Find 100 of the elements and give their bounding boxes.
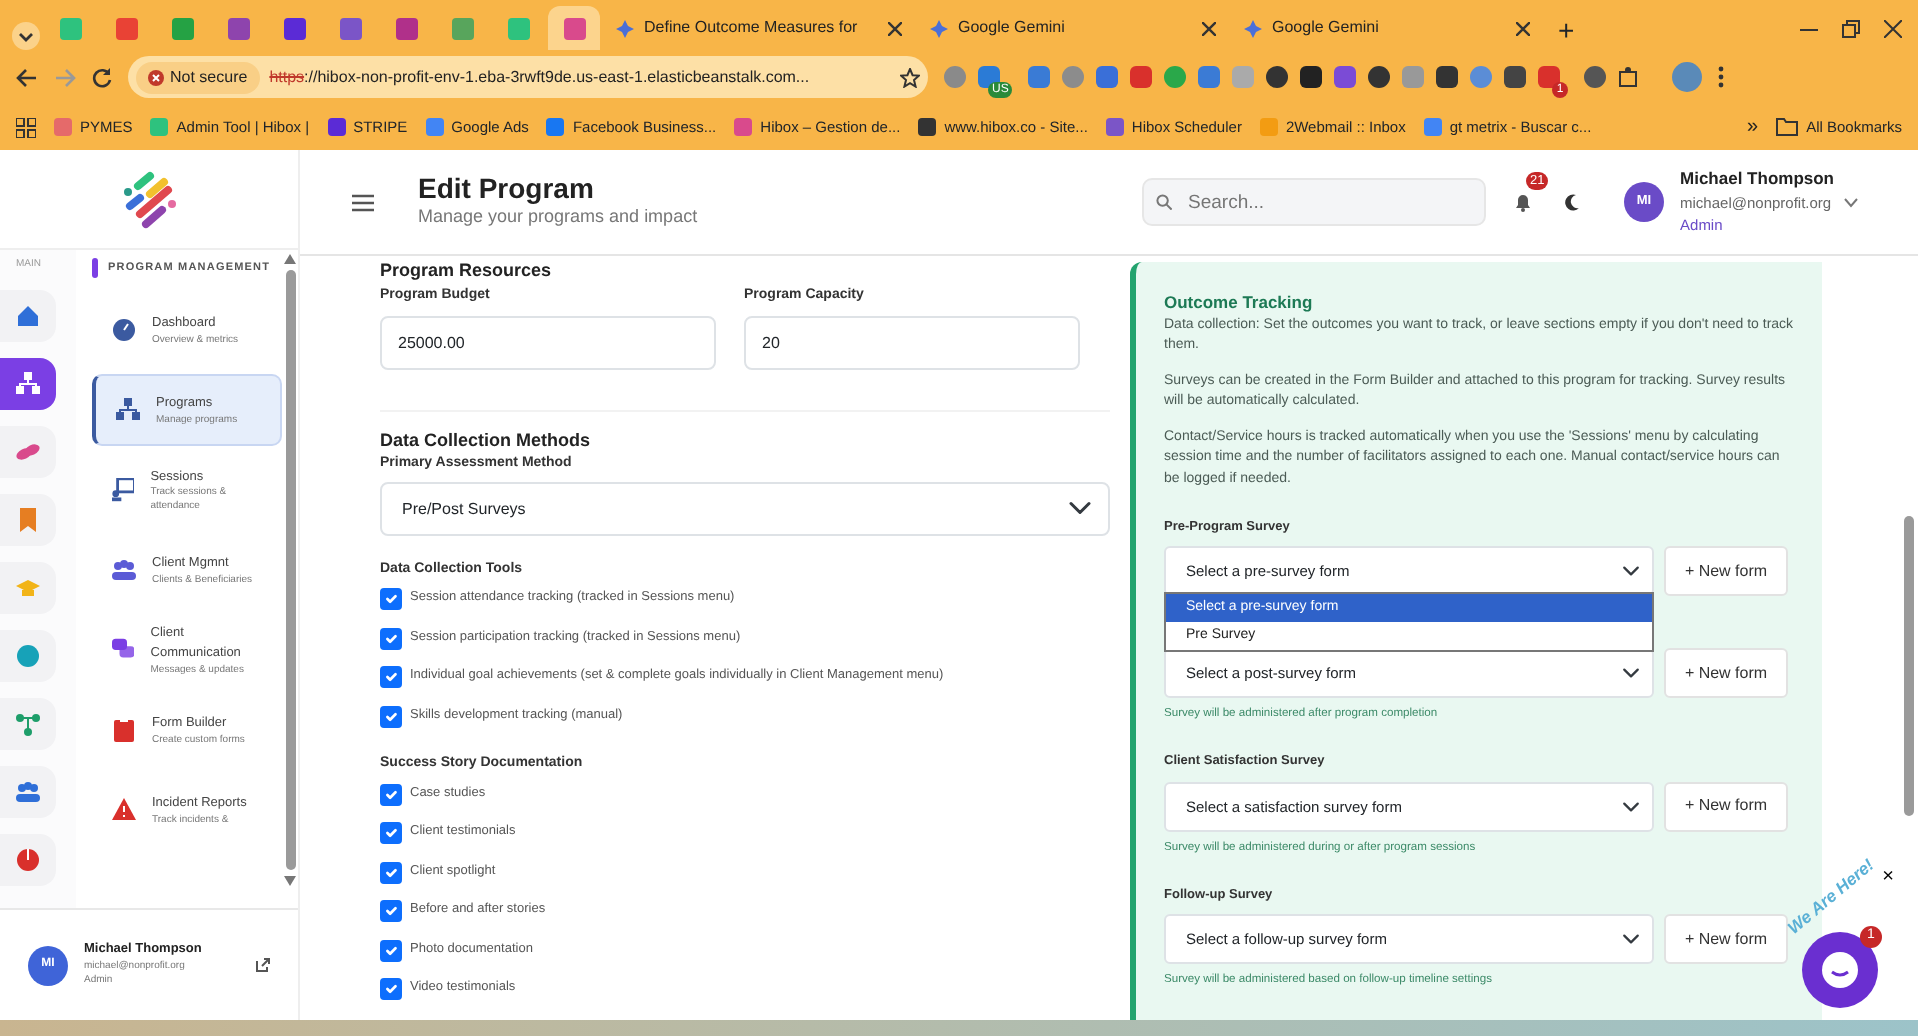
presentation-icon [112, 478, 135, 502]
browser-tab[interactable]: Define Outcome Measures for [604, 6, 914, 50]
section-title: Data Collection Methods [380, 427, 593, 453]
security-label: Not secure [170, 65, 248, 89]
moon-icon[interactable] [1564, 193, 1581, 211]
favicon-icon [507, 17, 529, 39]
tab-icon [930, 19, 948, 37]
scrollbar-thumb[interactable] [1903, 516, 1913, 816]
rail-button[interactable] [0, 357, 56, 409]
scrollbar-thumb[interactable] [285, 270, 295, 870]
new-form-button[interactable]: + New form [1664, 781, 1788, 832]
tab-title: Google Gemini [1272, 16, 1381, 40]
chevron-down-icon[interactable] [1844, 197, 1858, 207]
new-tab-button[interactable]: + [1558, 10, 1575, 50]
panel-title: Outcome Tracking [1164, 290, 1315, 316]
house-icon [16, 303, 40, 327]
extension-icon[interactable] [1436, 66, 1459, 88]
chevron-down-icon[interactable] [12, 22, 40, 50]
checkbox[interactable] [380, 861, 402, 883]
new-form-button[interactable]: + New form [1664, 914, 1788, 965]
checkbox[interactable] [380, 939, 402, 961]
select-field[interactable]: Pre/Post Surveys [380, 481, 1110, 535]
checkbox[interactable] [380, 978, 402, 1000]
extension-icon[interactable] [1504, 66, 1527, 88]
rail-button[interactable] [0, 289, 56, 341]
security-chip[interactable]: Not secure [136, 61, 260, 93]
checkbox[interactable] [380, 627, 402, 649]
close-icon[interactable] [1202, 21, 1216, 35]
more-icon[interactable] [1717, 66, 1724, 88]
rail-button[interactable] [0, 765, 56, 817]
rail-button[interactable] [0, 493, 56, 545]
scroll-up-icon[interactable] [284, 254, 296, 264]
tab-icon [1244, 19, 1262, 37]
checkbox[interactable] [380, 900, 402, 922]
rail-button[interactable] [0, 629, 56, 681]
section-title: Program Resources [380, 258, 554, 284]
url-text: https://hibox-non-profit-env-1.eba-3rwft9de.us-east-1.elasticbeanstalk.com... [269, 65, 812, 89]
more-bookmarks-button[interactable]: » [1747, 112, 1759, 142]
people-icon [112, 558, 136, 582]
warning-icon [112, 798, 136, 822]
chat-bubble-icon [1820, 950, 1860, 990]
puzzle-icon[interactable] [1617, 66, 1640, 88]
tab-title: Google Gemini [958, 16, 1067, 40]
bell-icon[interactable] [1514, 191, 1533, 212]
input-field[interactable]: 25000.00 [380, 315, 716, 369]
warning-icon [148, 69, 164, 85]
page-subtitle: Manage your programs and impact [418, 204, 700, 230]
rail-button[interactable] [0, 425, 56, 477]
clipboard-icon [112, 718, 136, 742]
favicon-icon [918, 118, 937, 136]
folder-icon [1776, 118, 1799, 136]
checkbox[interactable] [380, 666, 402, 688]
network-icon [16, 711, 40, 735]
org-chart-icon [16, 371, 40, 395]
search-field[interactable]: Search... [1142, 178, 1487, 226]
star-icon[interactable] [900, 67, 920, 87]
tab-title: Define Outcome Measures for [644, 16, 860, 40]
back-arrow-icon[interactable] [16, 67, 38, 87]
org-chart-icon [116, 398, 140, 422]
external-link-icon[interactable] [256, 958, 270, 972]
address-bar[interactable]: Not secure https://hibox-non-profit-env-1.eba-3rwft9de.us-east-1.elasticbeanstalk.com... [128, 56, 928, 98]
tab-icon [616, 19, 634, 37]
favicon-icon [327, 118, 346, 136]
extension-icon[interactable] [1266, 66, 1289, 88]
restore-icon[interactable] [1842, 19, 1860, 37]
close-button[interactable]: × [1882, 868, 1894, 888]
checkbox[interactable] [380, 783, 402, 805]
logo-icon [119, 169, 179, 229]
checkbox[interactable] [380, 588, 402, 610]
favicon-icon [425, 118, 444, 136]
close-icon[interactable] [1884, 19, 1902, 37]
browser-tab[interactable]: Google Gemini [918, 6, 1228, 50]
menu-icon[interactable] [352, 193, 374, 211]
browser-tab[interactable] [548, 6, 600, 50]
checkbox[interactable] [380, 822, 402, 844]
close-icon[interactable] [1516, 21, 1530, 35]
input-field[interactable]: 20 [744, 315, 1080, 369]
rail-button[interactable] [0, 697, 56, 749]
favicon-icon [115, 17, 137, 39]
user-name: Michael Thompson [1680, 166, 1834, 193]
favicon-icon [563, 17, 585, 39]
scroll-down-icon[interactable] [284, 876, 296, 886]
extension-icon[interactable] [1583, 66, 1606, 88]
favicon-icon [171, 17, 193, 39]
favicon-icon [150, 118, 169, 136]
rail-button[interactable] [0, 833, 56, 885]
favicon-icon [395, 17, 417, 39]
page-title: Edit Program [418, 173, 596, 204]
browser-tab[interactable]: Google Gemini [1232, 6, 1542, 50]
bookmark-icon [16, 507, 40, 531]
reload-icon[interactable] [92, 67, 112, 87]
new-form-button[interactable]: + New form [1664, 648, 1788, 699]
close-icon[interactable] [888, 21, 902, 35]
extension-icon[interactable] [1300, 66, 1323, 88]
favicon-icon [1423, 118, 1442, 136]
new-form-button[interactable]: + New form [1664, 546, 1788, 597]
extension-icon[interactable] [1368, 66, 1391, 88]
apps-grid-icon[interactable] [16, 117, 36, 137]
checkbox[interactable] [380, 705, 402, 727]
favicon-icon [59, 17, 81, 39]
